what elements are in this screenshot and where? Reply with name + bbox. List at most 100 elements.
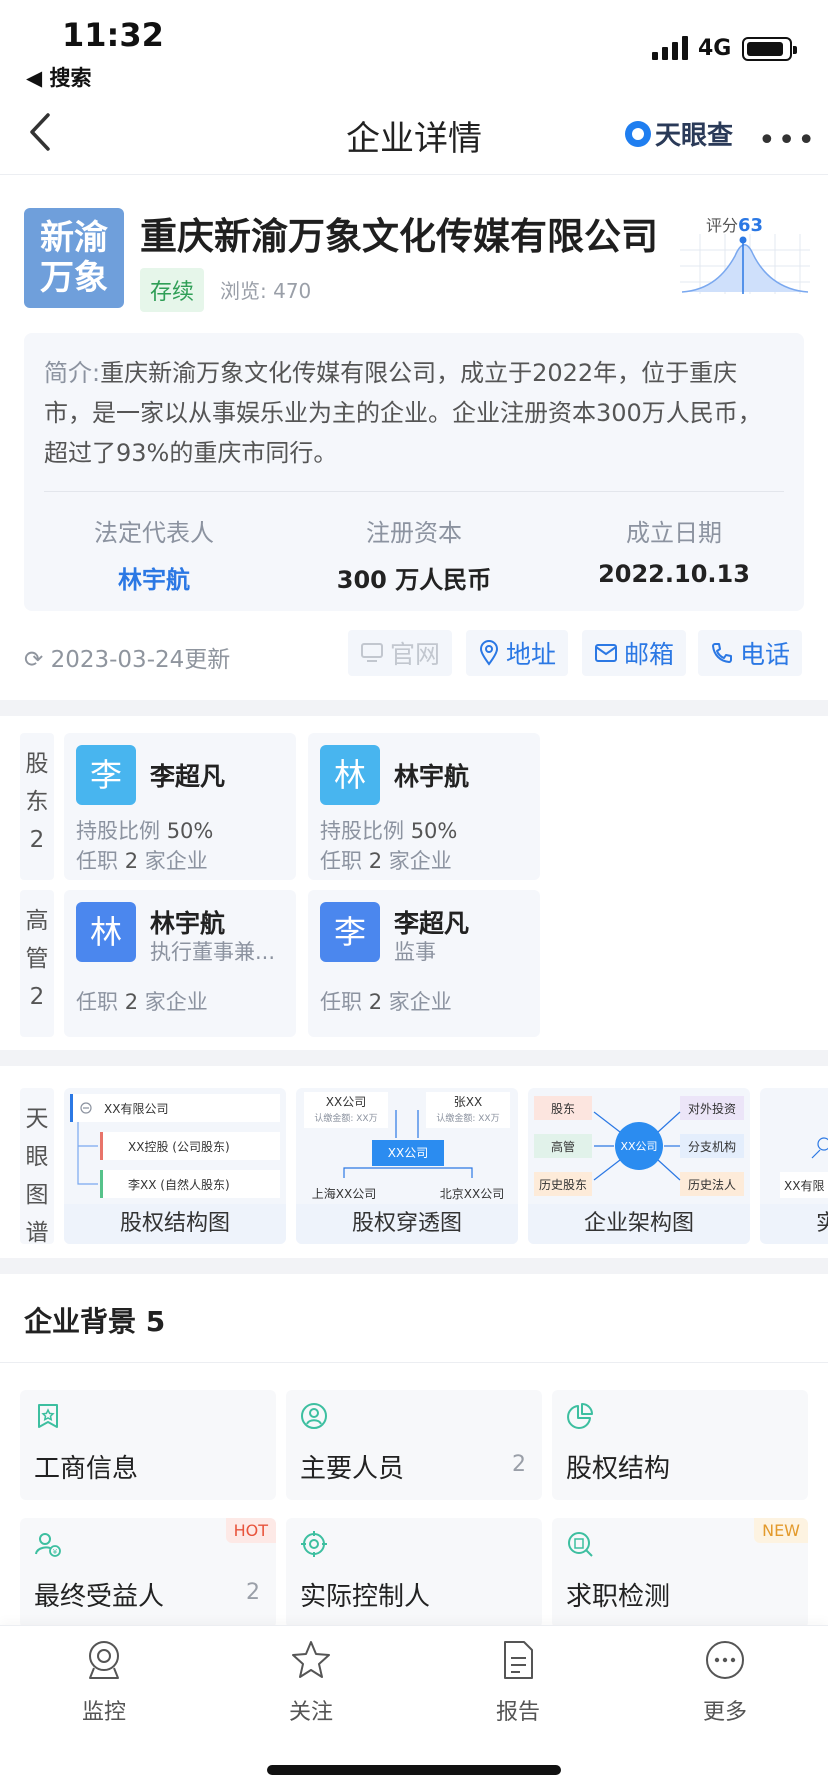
person-circle-icon [301,1403,327,1429]
home-indicator[interactable] [267,1765,561,1775]
company-logo-text-2: 万象 [40,258,108,298]
svg-text:¥: ¥ [53,1548,58,1556]
email-button[interactable]: 邮箱 [582,630,687,676]
divider [44,491,784,492]
shareholder-card[interactable]: 李 李超凡 持股比例 50% 任职 2 家企业 [64,733,296,880]
atlas-card-title: 股权结构图 [64,1204,286,1244]
atlas-card-title: 股权穿透图 [296,1204,518,1244]
share-ratio: 持股比例 50% [76,819,214,843]
controller-chart-card[interactable]: XX有限 实 [760,1088,828,1244]
company-intro-card[interactable]: 简介:重庆新渝万象文化传媒有限公司，成立于2022年，位于重庆市，是一家以从事娱… [24,333,804,611]
svg-text:分支机构: 分支机构 [688,1139,736,1154]
grid-item-business-info[interactable]: 工商信息 [20,1390,276,1500]
monitor-camera-icon [89,1641,119,1679]
phone-button[interactable]: 电话 [698,630,803,676]
tab-label: 监控 [81,1700,126,1725]
share-ratio: 持股比例 50% [320,819,458,843]
updated-info[interactable]: ⟳ 2023-03-24更新 [24,640,230,674]
atlas-node-holding: XX控股 (公司股东) [128,1140,230,1154]
svg-text:认缴金额: XX万: 认缴金额: XX万 [436,1112,499,1124]
executives-label[interactable]: 高管2 [20,890,54,1037]
status-time: 11:32 [62,16,164,54]
new-badge: NEW [754,1518,808,1543]
controller-chart-thumbnail: XX有限 [780,1137,828,1198]
executive-card[interactable]: 林 林宇航 执行董事兼... 任职 2 家企业 [64,890,296,1037]
svg-text:股东: 股东 [551,1102,575,1116]
atlas-card-title: 实 [760,1204,828,1244]
equity-penetration-card[interactable]: XX公司 认缴金额: XX万 张XX 认缴金额: XX万 XX公司 上海XX公司… [296,1088,518,1244]
grid-item-count: 2 [246,1580,260,1605]
score-widget[interactable]: 评分63 [680,212,810,302]
back-to-search-link[interactable]: ◀ 搜索 [26,62,91,92]
tab-label: 关注 [288,1700,333,1725]
score-curve-icon [680,234,810,294]
key-facts: 法定代表人 林宇航 注册资本 300 万人民币 成立日期 2022.10.13 [24,513,804,595]
fact-value: 2022.10.13 [598,560,750,588]
address-button[interactable]: 地址 [466,630,569,676]
status-bar: 11:32 ◀ 搜索 4G [0,0,828,95]
pie-icon [567,1403,593,1429]
fact-label: 法定代表人 [94,519,214,547]
shareholders-label[interactable]: 股东2 [20,733,54,880]
score-label: 评分63 [706,215,764,236]
company-logo-text-1: 新渝 [40,218,108,258]
company-name: 重庆新渝万象文化传媒有限公司 [140,215,658,258]
grid-item-title: 股权结构 [566,1454,671,1484]
signal-icon [652,36,688,60]
tab-label: 更多 [702,1700,747,1725]
grid-item-title: 实际控制人 [300,1582,431,1612]
tab-more[interactable]: 更多 [665,1638,785,1726]
atlas-node-person: 李XX (自然人股东) [128,1177,230,1192]
section-gap [0,1258,828,1274]
equity-structure-card[interactable]: XX有限公司 XX控股 (公司股东) 李XX (自然人股东) 股权结构图 [64,1088,286,1244]
more-options-icon[interactable]: ••• [758,123,817,158]
grid-item-actual-controller[interactable]: 实际控制人 [286,1518,542,1628]
section-gap [0,700,828,716]
executive-card[interactable]: 李 李超凡 监事 任职 2 家企业 [308,890,540,1037]
more-circle-icon [706,1641,744,1679]
jobs-count: 任职 2 家企业 [320,990,452,1014]
svg-text:对外投资: 对外投资 [688,1101,736,1116]
score-value: 63 [738,215,764,236]
grid-item-equity-structure[interactable]: 股权结构 [552,1390,808,1500]
person-name: 林宇航 [150,909,226,938]
tab-label: 报告 [495,1700,540,1725]
svg-text:上海XX公司: 上海XX公司 [312,1186,376,1201]
atlas-card-title: 企业架构图 [528,1204,750,1244]
tab-monitor[interactable]: 监控 [44,1638,164,1726]
person-name: 李超凡 [150,762,226,791]
shareholder-card[interactable]: 林 林宇航 持股比例 50% 任职 2 家企业 [308,733,540,880]
org-structure-card[interactable]: 股东 高管 历史股东 XX公司 对外投资 分支机构 历史法人 企业架构图 [528,1088,750,1244]
atlas-label[interactable]: 天眼图谱 [20,1088,54,1246]
contact-actions: ⟳ 2023-03-24更新 官网 地址 邮箱 电话 [0,628,828,678]
company-logo: 新渝 万象 [24,208,124,308]
star-icon [292,1641,330,1678]
fact-legal-rep[interactable]: 法定代表人 林宇航 [24,513,284,595]
svg-text:XX公司: XX公司 [620,1140,657,1153]
status-badge: 存续 [140,268,205,312]
legal-rep-link[interactable]: 林宇航 [24,560,284,595]
tab-report[interactable]: 报告 [458,1638,578,1726]
org-structure-thumbnail: 股东 高管 历史股东 XX公司 对外投资 分支机构 历史法人 [534,1096,744,1196]
grid-item-job-check[interactable]: NEW 求职检测 [552,1518,808,1628]
fact-founded: 成立日期 2022.10.13 [544,513,804,595]
hot-badge: HOT [225,1518,276,1543]
svg-text:XX公司: XX公司 [388,1146,428,1160]
grid-item-title: 求职检测 [566,1582,671,1612]
view-count: 浏览: 470 [220,279,312,303]
website-button[interactable]: 官网 [348,630,453,676]
updated-date: 2023-03-24更新 [50,647,231,673]
fact-label: 成立日期 [626,519,722,547]
person-role: 监事 [394,940,436,964]
equity-structure-thumbnail: XX有限公司 XX控股 (公司股东) 李XX (自然人股东) [70,1094,280,1198]
grid-item-key-personnel[interactable]: 主要人员 2 [286,1390,542,1500]
mail-icon [595,644,617,662]
brand-name: 天眼查 [655,121,734,151]
monitor-icon [361,643,383,662]
jobs-count: 任职 2 家企业 [76,990,208,1014]
grid-item-ultimate-beneficiary[interactable]: HOT ¥ 最终受益人 2 [20,1518,276,1628]
tab-follow[interactable]: 关注 [251,1638,371,1726]
svg-text:XX公司: XX公司 [326,1095,366,1109]
jobs-count: 任职 2 家企业 [76,849,208,873]
beneficiary-icon: ¥ [35,1533,61,1557]
